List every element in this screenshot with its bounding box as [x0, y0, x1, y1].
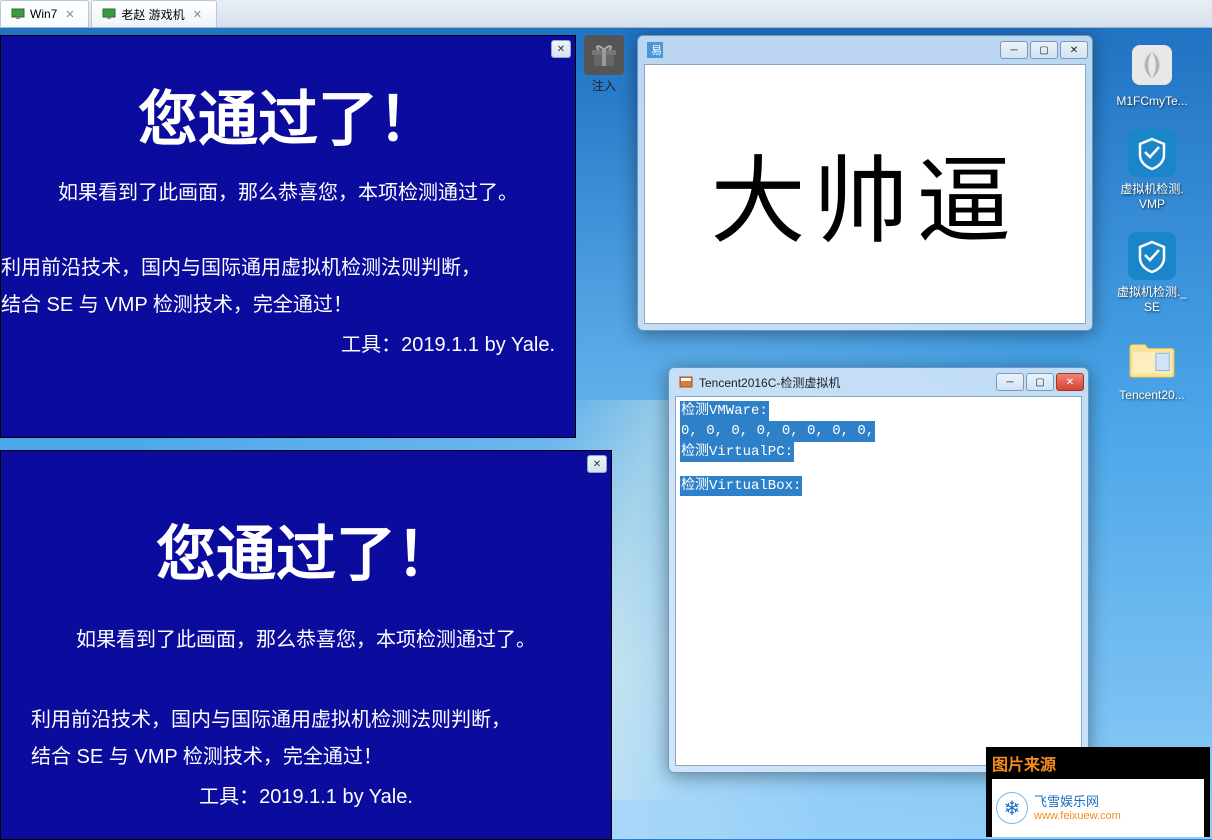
image-source-watermark: 图片来源 ❄ 飞雪娱乐网 www.feixuew.com — [986, 747, 1210, 837]
app-icon — [678, 374, 694, 390]
icon-label: 虚拟机检测._SE — [1114, 285, 1190, 314]
leaf-icon — [1127, 40, 1177, 90]
console-output[interactable]: 检测VMWare: 0, 0, 0, 0, 0, 0, 0, 0, 检测Virt… — [675, 396, 1082, 766]
close-button[interactable]: ✕ — [1060, 41, 1088, 59]
shield-icon — [1127, 231, 1177, 281]
verify-desc-line1: 利用前沿技术，国内与国际通用虚拟机检测法则判断， — [1, 250, 575, 287]
icon-label: Tencent20... — [1119, 388, 1184, 402]
close-icon[interactable]: ✕ — [551, 40, 571, 58]
verify-description: 利用前沿技术，国内与国际通用虚拟机检测法则判断， 结合 SE 与 VMP 检测技… — [1, 250, 575, 324]
app-icon: 易 — [647, 42, 663, 58]
verify-subtitle: 如果看到了此画面，那么恭喜您，本项检测通过了。 — [1, 623, 611, 652]
desktop-icon-tencent-folder[interactable]: Tencent20... — [1114, 334, 1190, 402]
desktop-icons: M1FCmyTe... 虚拟机检测. VMP 虚拟机检测._SE Tencent… — [1114, 40, 1194, 402]
console-line: 检测VirtualBox: — [680, 476, 802, 496]
tab-win7[interactable]: Win7 ✕ — [0, 0, 89, 27]
tab-label: Win7 — [30, 7, 57, 21]
shield-icon — [1127, 128, 1177, 178]
watermark-body: ❄ 飞雪娱乐网 www.feixuew.com — [992, 779, 1204, 837]
bigtext-window[interactable]: 易 ─ ▢ ✕ 大帅逼 — [637, 35, 1093, 331]
watermark-title: 图片来源 — [992, 751, 1204, 775]
snowflake-icon: ❄ — [996, 792, 1028, 824]
window-body: 大帅逼 — [644, 64, 1086, 324]
console-line: 检测VirtualPC: — [680, 442, 794, 462]
desktop-icon-se[interactable]: 虚拟机检测._SE — [1114, 231, 1190, 314]
tab-label: 老赵 游戏机 — [121, 6, 184, 23]
verify-heading: 您通过了！ — [1, 506, 611, 593]
svg-text:易: 易 — [651, 44, 662, 57]
verify-heading: 您通过了！ — [1, 71, 575, 158]
icon-label: M1FCmyTe... — [1116, 94, 1187, 108]
console-line: 检测VMWare: — [680, 401, 769, 421]
close-icon[interactable]: ✕ — [65, 8, 78, 21]
monitor-icon — [11, 7, 25, 21]
watermark-url: www.feixuew.com — [1034, 810, 1121, 822]
inject-tool: 注入 — [582, 35, 626, 94]
verify-window-bottom: ✕ 您通过了！ 如果看到了此画面，那么恭喜您，本项检测通过了。 利用前沿技术，国… — [0, 450, 612, 840]
monitor-icon — [102, 7, 116, 21]
inject-label: 注入 — [582, 77, 626, 94]
vm-tab-bar: Win7 ✕ 老赵 游戏机 ✕ — [0, 0, 1212, 28]
verify-toolinfo: 工具：2019.1.1 by Yale. — [1, 780, 611, 809]
watermark-brand: 飞雪娱乐网 — [1034, 794, 1121, 811]
close-icon[interactable]: ✕ — [193, 8, 206, 21]
icon-label: 虚拟机检测. VMP — [1120, 182, 1183, 211]
window-titlebar[interactable]: 易 ─ ▢ ✕ — [638, 36, 1092, 64]
desktop-icon-vmp[interactable]: 虚拟机检测. VMP — [1114, 128, 1190, 211]
maximize-button[interactable]: ▢ — [1026, 373, 1054, 391]
close-button[interactable]: ✕ — [1056, 373, 1084, 391]
close-icon[interactable]: ✕ — [587, 455, 607, 473]
verify-desc-line2: 结合 SE 与 VMP 检测技术，完全通过！ — [1, 287, 575, 324]
window-titlebar[interactable]: Tencent2016C-检测虚拟机 ─ ▢ ✕ — [669, 368, 1088, 396]
verify-desc-line1: 利用前沿技术，国内与国际通用虚拟机检测法则判断， — [31, 702, 611, 739]
verify-description: 利用前沿技术，国内与国际通用虚拟机检测法则判断， 结合 SE 与 VMP 检测技… — [1, 702, 611, 776]
minimize-button[interactable]: ─ — [1000, 41, 1028, 59]
console-window[interactable]: Tencent2016C-检测虚拟机 ─ ▢ ✕ 检测VMWare: 0, 0,… — [668, 367, 1089, 773]
bigtext-content: 大帅逼 — [645, 65, 1085, 262]
desktop-icon-m1fc[interactable]: M1FCmyTe... — [1114, 40, 1190, 108]
verify-window-top: ✕ 您通过了！ 如果看到了此画面，那么恭喜您，本项检测通过了。 利用前沿技术，国… — [0, 35, 576, 438]
maximize-button[interactable]: ▢ — [1030, 41, 1058, 59]
console-line: 0, 0, 0, 0, 0, 0, 0, 0, — [680, 421, 875, 441]
verify-desc-line2: 结合 SE 与 VMP 检测技术，完全通过！ — [31, 739, 611, 776]
tab-laozhao[interactable]: 老赵 游戏机 ✕ — [91, 0, 216, 27]
window-title: Tencent2016C-检测虚拟机 — [699, 374, 996, 391]
folder-icon — [1127, 334, 1177, 384]
verify-toolinfo: 工具：2019.1.1 by Yale. — [1, 328, 575, 357]
verify-subtitle: 如果看到了此画面，那么恭喜您，本项检测通过了。 — [1, 176, 575, 205]
gift-icon[interactable] — [584, 35, 624, 75]
minimize-button[interactable]: ─ — [996, 373, 1024, 391]
